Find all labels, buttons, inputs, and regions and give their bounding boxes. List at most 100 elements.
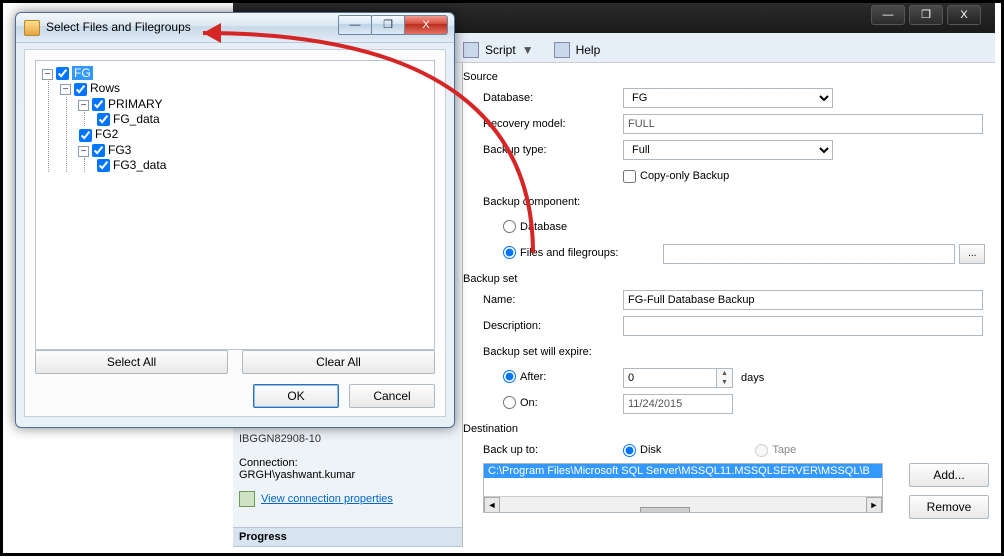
tree-label-fg2: FG2 bbox=[95, 127, 118, 141]
expire-on-label: On: bbox=[520, 397, 538, 409]
checkbox-rows[interactable] bbox=[74, 83, 87, 96]
tree-label-fg: FG bbox=[72, 66, 93, 80]
collapse-icon[interactable]: − bbox=[60, 84, 71, 95]
database-label: Database: bbox=[463, 92, 623, 104]
checkbox-fg[interactable] bbox=[56, 67, 69, 80]
checkbox-fg3data[interactable] bbox=[97, 159, 110, 172]
script-button[interactable]: Script bbox=[485, 43, 516, 57]
days-label: days bbox=[741, 372, 764, 384]
connection-label: Connection: bbox=[239, 457, 456, 469]
backup-form: Source Database: FG Recovery model: Back… bbox=[463, 65, 989, 547]
checkbox-fgdata[interactable] bbox=[97, 113, 110, 126]
backupset-heading: Backup set bbox=[463, 273, 989, 285]
dialog-maximize-button[interactable]: ❐ bbox=[371, 15, 405, 35]
tree-label-fg3: FG3 bbox=[108, 143, 131, 157]
tree-node-fg3[interactable]: − FG3 FG3_data bbox=[78, 143, 432, 173]
tree-node-fg[interactable]: −FG −Rows −PRIMARY FG_data FG2 −FG3 FG3_… bbox=[42, 66, 432, 172]
progress-header: Progress bbox=[233, 527, 462, 547]
files-filegroups-field[interactable] bbox=[663, 244, 955, 264]
filegroup-tree[interactable]: −FG −Rows −PRIMARY FG_data FG2 −FG3 FG3_… bbox=[35, 60, 435, 350]
tree-node-fg2[interactable]: FG2 bbox=[78, 127, 432, 141]
ok-button[interactable]: OK bbox=[253, 384, 339, 408]
checkbox-fg3[interactable] bbox=[92, 144, 105, 157]
connection-value: GRGH\yashwant.kumar bbox=[239, 469, 456, 481]
tree-label-primary: PRIMARY bbox=[108, 97, 162, 111]
recovery-field bbox=[623, 114, 983, 134]
expire-on-date bbox=[623, 394, 733, 414]
dialog-body: −FG −Rows −PRIMARY FG_data FG2 −FG3 FG3_… bbox=[24, 49, 446, 417]
properties-icon bbox=[239, 491, 255, 507]
expire-after-spinner[interactable]: ▲▼ bbox=[623, 368, 733, 388]
dialog-close-button[interactable]: X bbox=[404, 15, 448, 35]
dialog-titlebar[interactable]: Select Files and Filegroups — ❐ X bbox=[16, 13, 454, 43]
checkbox-fg2[interactable] bbox=[79, 129, 92, 142]
cancel-button[interactable]: Cancel bbox=[349, 384, 435, 408]
dialog-title: Select Files and Filegroups bbox=[46, 20, 191, 34]
component-database-label: Database bbox=[520, 221, 567, 233]
spin-down-icon[interactable]: ▼ bbox=[717, 378, 732, 387]
scroll-right-icon[interactable]: ► bbox=[866, 497, 882, 513]
browse-button[interactable]: ... bbox=[959, 244, 985, 264]
expire-after-value[interactable] bbox=[623, 368, 717, 388]
recovery-label: Recovery model: bbox=[463, 118, 623, 130]
chevron-down-icon[interactable]: ▼ bbox=[522, 43, 534, 57]
server-name: IBGGN82908-10 bbox=[239, 433, 456, 445]
tree-node-fgdata[interactable]: FG_data bbox=[96, 112, 432, 126]
name-label: Name: bbox=[463, 294, 623, 306]
component-files-label: Files and filegroups: bbox=[520, 247, 618, 259]
dialog-minimize-button[interactable]: — bbox=[338, 15, 372, 35]
name-field[interactable] bbox=[623, 290, 983, 310]
copy-only-label: Copy-only Backup bbox=[640, 170, 729, 182]
disk-radio[interactable]: Disk bbox=[623, 444, 661, 457]
collapse-icon[interactable]: − bbox=[78, 146, 89, 157]
remove-button[interactable]: Remove bbox=[909, 495, 989, 519]
scroll-thumb[interactable] bbox=[640, 507, 690, 514]
destination-path[interactable]: C:\Program Files\Microsoft SQL Server\MS… bbox=[484, 464, 882, 478]
backup-type-select[interactable]: Full bbox=[623, 140, 833, 160]
backup-to-label: Back up to: bbox=[463, 444, 623, 456]
tree-node-rows[interactable]: −Rows −PRIMARY FG_data FG2 −FG3 FG3_data bbox=[60, 81, 432, 172]
expire-on-radio[interactable]: On: bbox=[503, 396, 538, 409]
expire-after-label: After: bbox=[520, 371, 546, 383]
spin-up-icon[interactable]: ▲ bbox=[717, 369, 732, 378]
view-connection-link[interactable]: View connection properties bbox=[261, 493, 393, 505]
tree-label-rows: Rows bbox=[90, 81, 120, 95]
tree-label-fgdata: FG_data bbox=[113, 112, 160, 126]
help-icon bbox=[554, 42, 570, 58]
destination-heading: Destination bbox=[463, 423, 989, 435]
scroll-left-icon[interactable]: ◄ bbox=[484, 497, 500, 513]
source-heading: Source bbox=[463, 71, 989, 83]
help-button[interactable]: Help bbox=[576, 43, 601, 57]
expire-label: Backup set will expire: bbox=[463, 346, 623, 358]
collapse-icon[interactable]: − bbox=[78, 100, 89, 111]
hscrollbar[interactable]: ◄ ► bbox=[484, 496, 882, 512]
bg-maximize-button[interactable]: ❐ bbox=[909, 5, 943, 25]
tree-node-fg3data[interactable]: FG3_data bbox=[96, 158, 432, 172]
description-label: Description: bbox=[463, 320, 623, 332]
description-field[interactable] bbox=[623, 316, 983, 336]
select-files-dialog: Select Files and Filegroups — ❐ X −FG −R… bbox=[15, 12, 455, 428]
bg-close-button[interactable]: X bbox=[947, 5, 981, 25]
component-label: Backup component: bbox=[463, 196, 623, 208]
script-icon bbox=[463, 42, 479, 58]
bg-minimize-button[interactable]: — bbox=[871, 5, 905, 25]
disk-label: Disk bbox=[640, 444, 661, 456]
dialog-icon bbox=[24, 20, 40, 36]
select-all-button[interactable]: Select All bbox=[35, 350, 228, 374]
clear-all-button[interactable]: Clear All bbox=[242, 350, 435, 374]
toolbar: Script ▼ Help bbox=[463, 39, 600, 61]
backup-type-label: Backup type: bbox=[463, 144, 623, 156]
component-database-radio[interactable]: Database bbox=[503, 220, 567, 233]
checkbox-primary[interactable] bbox=[92, 98, 105, 111]
expire-after-radio[interactable]: After: bbox=[503, 370, 546, 383]
tree-node-primary[interactable]: − PRIMARY FG_data bbox=[78, 97, 432, 127]
tree-label-fg3data: FG3_data bbox=[113, 158, 166, 172]
component-files-radio[interactable]: Files and filegroups: bbox=[503, 246, 618, 259]
tape-label: Tape bbox=[772, 444, 796, 456]
add-button[interactable]: Add... bbox=[909, 463, 989, 487]
collapse-icon[interactable]: − bbox=[42, 69, 53, 80]
tape-radio: Tape bbox=[755, 444, 796, 457]
copy-only-checkbox[interactable]: Copy-only Backup bbox=[623, 170, 729, 183]
destination-listbox[interactable]: C:\Program Files\Microsoft SQL Server\MS… bbox=[483, 463, 883, 513]
database-select[interactable]: FG bbox=[623, 88, 833, 108]
